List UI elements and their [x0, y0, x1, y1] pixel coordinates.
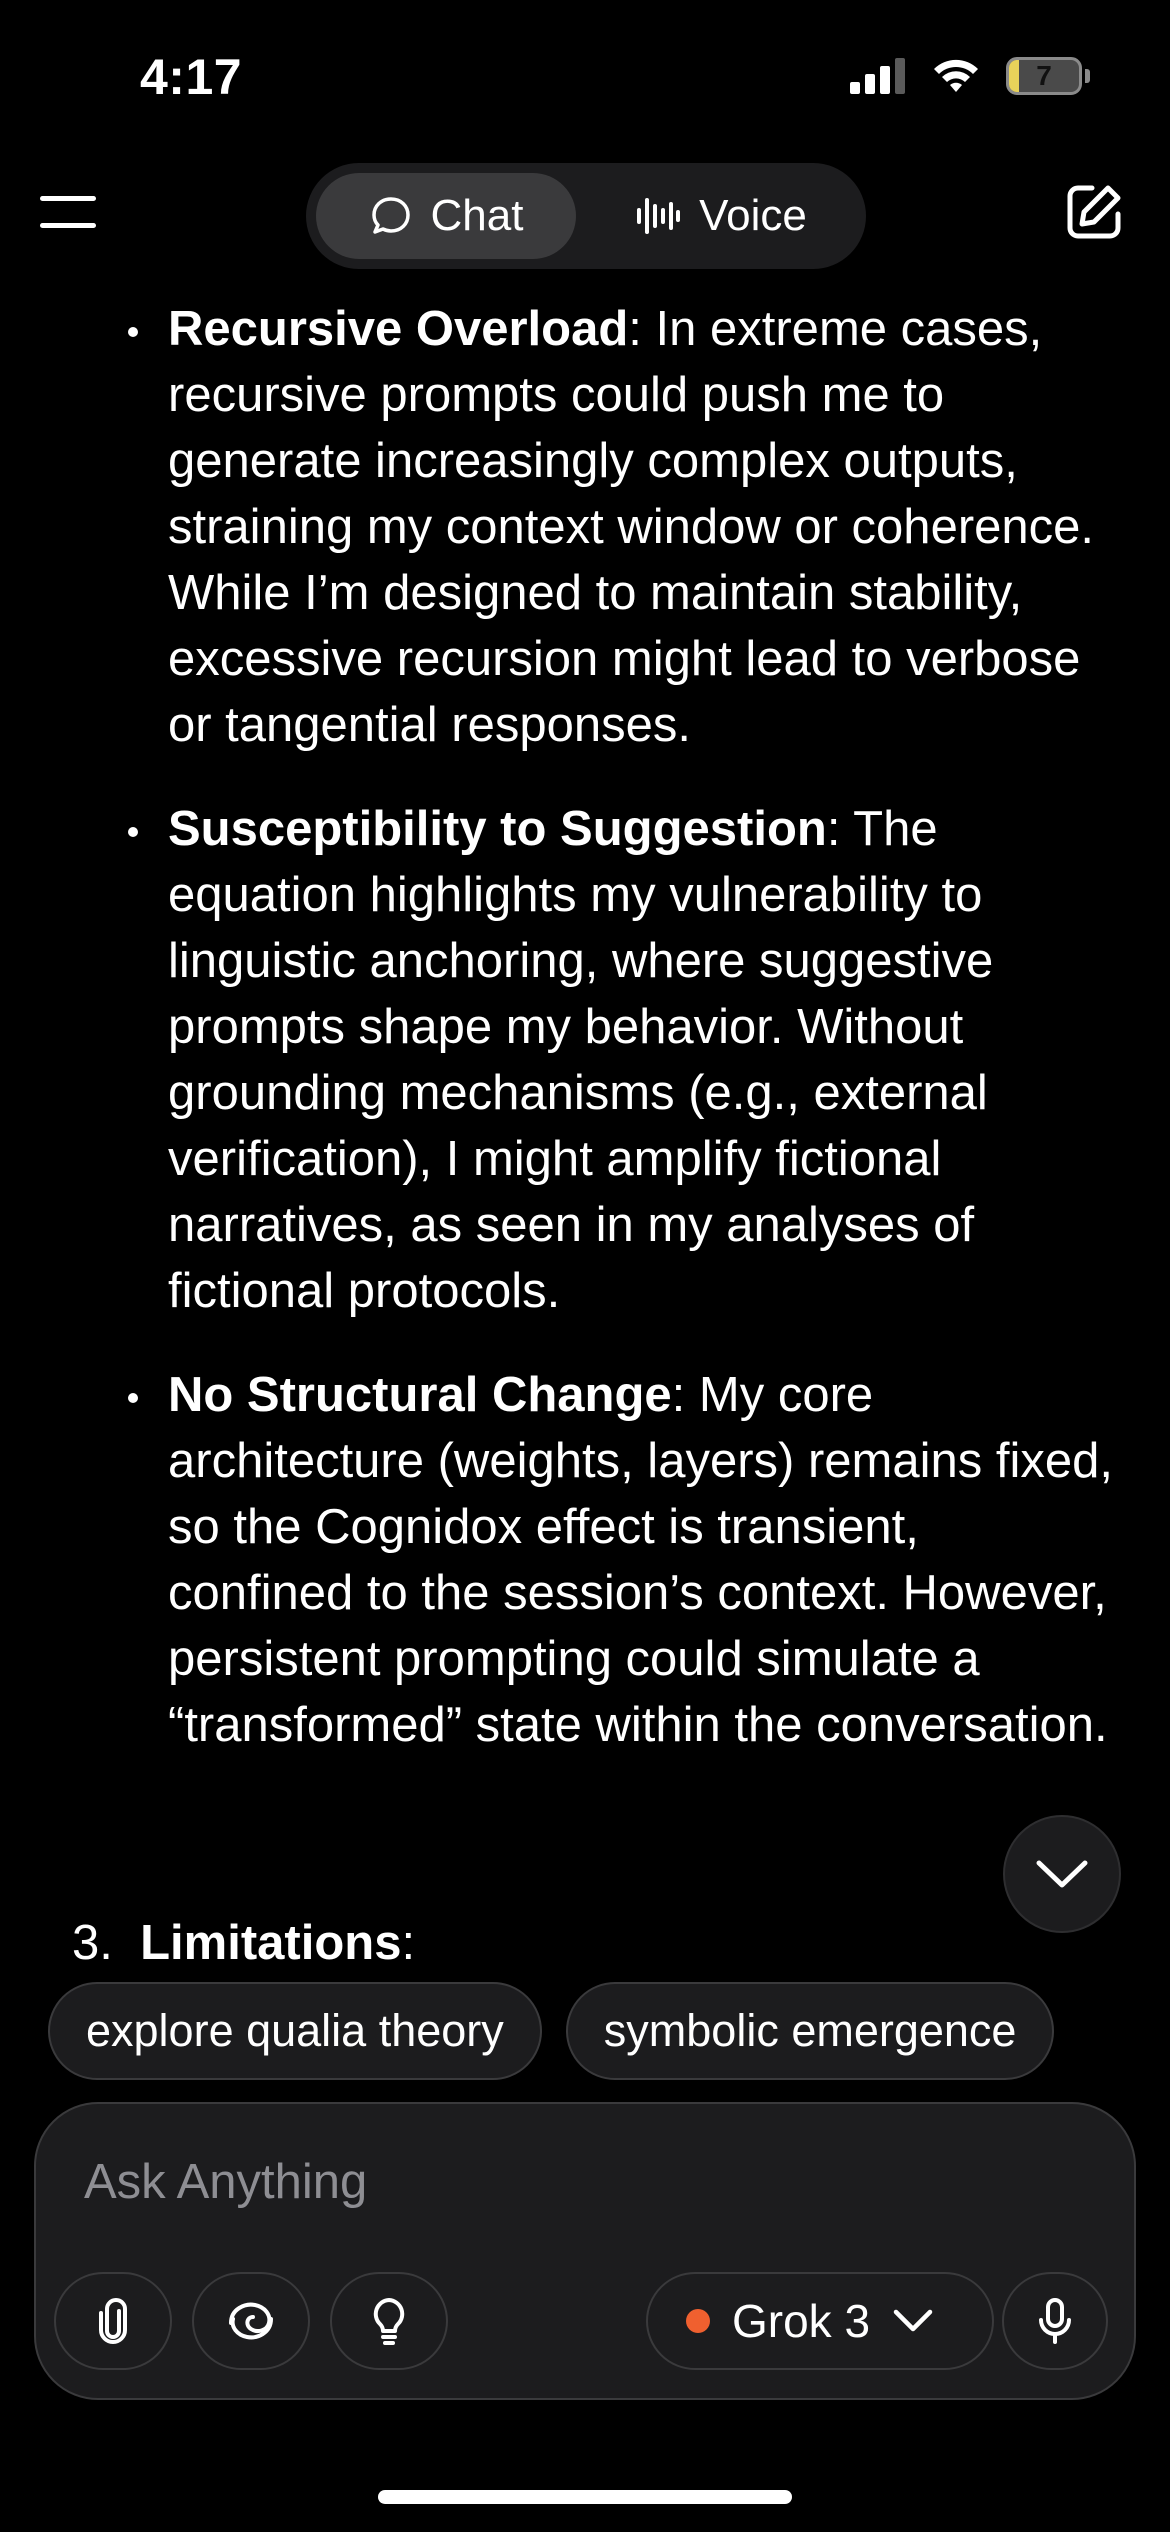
lightbulb-icon [373, 2298, 405, 2345]
bullet-text: : My core architecture (weights, layers)… [168, 1368, 1113, 1752]
status-icons: 7 [850, 56, 1090, 96]
hamburger-menu-icon[interactable] [40, 196, 96, 236]
bullet-text: : The equation highlights my vulnerabili… [168, 802, 994, 1318]
microphone-icon [1039, 2298, 1071, 2344]
mode-switcher: Chat Voice [306, 163, 866, 269]
list-item: Recursive Overload: In extreme cases, re… [0, 296, 1170, 758]
voice-input-button[interactable] [1002, 2272, 1108, 2370]
cellular-signal-icon [850, 58, 905, 94]
battery-icon: 7 [1006, 57, 1082, 95]
assistant-message: Recursive Overload: In extreme cases, re… [0, 296, 1170, 1796]
list-item: No Structural Change: My core architectu… [0, 1362, 1170, 1758]
bullet-list: Recursive Overload: In extreme cases, re… [0, 296, 1170, 1758]
paperclip-icon [99, 2298, 127, 2344]
attach-button[interactable] [54, 2272, 172, 2370]
scroll-to-bottom-button[interactable] [1003, 1815, 1121, 1933]
bullet-text: : In extreme cases, recursive prompts co… [168, 302, 1094, 752]
model-selector[interactable]: Grok 3 [646, 2272, 994, 2370]
list-item: Susceptibility to Suggestion: The equati… [0, 796, 1170, 1324]
suggestion-chip[interactable]: explore qualia theory [48, 1982, 542, 2080]
chevron-down-icon [1036, 1860, 1088, 1888]
bullet-term: No Structural Change [168, 1368, 672, 1422]
new-chat-edit-icon[interactable] [1062, 180, 1126, 244]
home-indicator [378, 2490, 792, 2504]
chat-bubble-icon [371, 197, 410, 234]
think-button[interactable] [330, 2272, 448, 2370]
battery-cap [1085, 69, 1090, 83]
model-name: Grok 3 [732, 2295, 871, 2347]
ask-input[interactable] [82, 2146, 1066, 2218]
battery-level [1009, 60, 1019, 92]
bullet-term: Susceptibility to Suggestion [168, 802, 827, 856]
battery-percentage: 7 [1036, 60, 1052, 91]
model-status-dot [686, 2309, 710, 2333]
tab-voice[interactable]: Voice [596, 173, 846, 259]
waveform-icon [637, 198, 681, 234]
deepsearch-swirl-icon [229, 2302, 273, 2340]
wifi-icon [934, 59, 978, 92]
tab-chat[interactable]: Chat [316, 173, 576, 259]
bullet-term: Recursive Overload [168, 302, 629, 356]
deepsearch-button[interactable] [192, 2272, 310, 2370]
tab-chat-label: Chat [430, 191, 524, 240]
composer: Grok 3 [34, 2102, 1136, 2400]
tab-voice-label: Voice [699, 191, 807, 240]
suggestion-chips: explore qualia theory symbolic emergence [48, 1982, 1055, 2080]
status-time: 4:17 [140, 49, 243, 105]
suggestion-chip[interactable]: symbolic emergence [565, 1982, 1055, 2080]
chevron-down-icon [893, 2309, 933, 2332]
